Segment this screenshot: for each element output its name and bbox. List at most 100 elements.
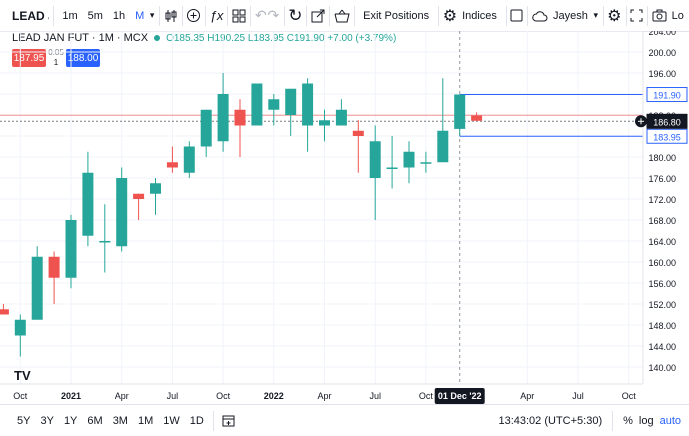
interval-1m[interactable]: 1m — [57, 10, 82, 22]
y-tick-label: 156.00 — [648, 279, 676, 289]
high-price-badge-label: 191.90 — [653, 91, 681, 101]
formula-icon[interactable]: ƒx — [210, 5, 224, 27]
candle-down — [234, 109, 246, 126]
price-chart[interactable]: 140.00 144.00 148.00 152.00 156.00 160.00 164.… — [0, 31, 689, 404]
candle-down — [48, 256, 60, 278]
divider — [52, 5, 54, 26]
indices-button[interactable]: Indices — [457, 10, 502, 22]
candle-up — [302, 83, 314, 126]
candle-up — [251, 83, 263, 126]
candle-up — [319, 120, 330, 126]
redo-icon[interactable]: ↷ — [267, 5, 280, 27]
camera-icon[interactable] — [652, 5, 667, 27]
divider — [159, 5, 160, 26]
divider — [306, 5, 307, 26]
divider — [527, 5, 529, 26]
divider — [602, 5, 604, 26]
price-lines — [0, 31, 643, 384]
log-toggle[interactable]: log — [639, 415, 654, 427]
range-1d[interactable]: 1D — [185, 415, 209, 427]
candle-up — [335, 109, 347, 126]
candle-up — [200, 109, 212, 147]
low-price-badge-label: 183.95 — [653, 132, 681, 142]
current-price-badge-label: 186.80 — [653, 117, 681, 127]
y-tick-label: 140.00 — [648, 363, 676, 373]
interval-1h[interactable]: 1h — [108, 10, 130, 22]
x-tick-label: Jul — [572, 391, 584, 401]
y-tick-label: 144.00 — [648, 342, 676, 352]
range-3m[interactable]: 3M — [108, 415, 133, 427]
add-indicator-icon[interactable] — [186, 5, 201, 27]
candle-up — [65, 220, 77, 278]
range-6m[interactable]: 6M — [82, 415, 107, 427]
candle-down — [166, 162, 178, 168]
y-tick-label: 180.00 — [648, 153, 676, 163]
symbol-search[interactable]: LEAD JAN FL — [0, 9, 49, 23]
time-axis[interactable]: Oct 2021 Apr Jul Oct 2022 Apr Jul Oct 01 Dec '22 A… — [0, 383, 643, 404]
fullscreen-icon[interactable] — [630, 5, 643, 27]
price-axis[interactable]: 140.00 144.00 148.00 152.00 156.00 160.00 164.… — [642, 31, 676, 384]
divider — [205, 5, 206, 26]
candle-up — [454, 94, 466, 129]
x-tick-label: 2022 — [264, 391, 284, 401]
settings-icon[interactable]: ⚙ — [443, 5, 457, 27]
chevron-down-icon[interactable]: ▾ — [593, 5, 599, 27]
interval-month[interactable]: M — [130, 10, 149, 22]
candle-up — [285, 88, 297, 115]
clock-time[interactable]: 13:43:02 (UTC+5:30) — [498, 415, 602, 427]
square-icon[interactable] — [510, 5, 523, 27]
range-3y[interactable]: 3Y — [35, 415, 58, 427]
x-tick-label: Oct — [622, 391, 637, 401]
top-toolbar: LEAD JAN FL 1m 5m 1h M ▾ ƒx ↶ ↷ ↻ Exit P… — [0, 0, 689, 32]
divider — [353, 5, 355, 26]
range-1w[interactable]: 1W — [158, 415, 185, 427]
x-tick-label: Apr — [317, 391, 331, 401]
chevron-down-icon[interactable]: ▾ — [149, 5, 155, 27]
x-tick-label: Jul — [369, 391, 381, 401]
layout-grid-icon[interactable] — [232, 5, 246, 27]
candle-up — [150, 183, 161, 194]
basket-icon[interactable] — [334, 5, 350, 27]
bottom-right-controls: 13:43:02 (UTC+5:30) % log auto — [498, 410, 689, 431]
y-tick-label: 164.00 — [648, 237, 676, 247]
undo-icon[interactable]: ↶ — [255, 5, 268, 27]
candle-up — [14, 319, 26, 336]
candles-icon[interactable] — [164, 5, 178, 27]
exit-positions-button[interactable]: Exit Positions — [358, 10, 434, 22]
candle-up — [420, 162, 432, 164]
x-tick-label: Oct — [216, 391, 231, 401]
y-tick-label: 148.00 — [648, 321, 676, 331]
log-scale-button[interactable]: Lo — [667, 10, 689, 22]
divider — [625, 5, 627, 26]
divider — [212, 410, 214, 431]
candle-up — [82, 172, 94, 236]
logo-text: TV — [14, 368, 31, 383]
share-icon[interactable] — [311, 5, 325, 27]
goto-date-icon[interactable] — [218, 410, 240, 432]
y-tick-label: 160.00 — [648, 258, 676, 268]
x-tick-label: Apr — [520, 391, 534, 401]
interval-5m[interactable]: 5m — [83, 10, 108, 22]
cloud-icon[interactable] — [532, 5, 548, 27]
divider — [181, 5, 183, 26]
candle-up — [386, 167, 398, 169]
user-menu[interactable]: Jayesh — [548, 10, 593, 22]
y-tick-label: 200.00 — [648, 48, 676, 58]
y-tick-label: 176.00 — [648, 174, 676, 184]
y-tick-label: 168.00 — [648, 216, 676, 226]
divider — [250, 5, 251, 26]
x-tick-label: 2021 — [61, 391, 81, 401]
candle-up — [183, 146, 195, 173]
range-5y[interactable]: 5Y — [12, 415, 35, 427]
range-1m[interactable]: 1M — [133, 415, 158, 427]
refresh-icon[interactable]: ↻ — [288, 5, 302, 27]
auto-toggle[interactable]: auto — [660, 415, 681, 427]
range-1y[interactable]: 1Y — [59, 415, 82, 427]
divider — [505, 5, 507, 26]
percent-toggle[interactable]: % — [623, 415, 633, 427]
candle-up — [437, 130, 449, 163]
settings-icon[interactable]: ⚙ — [607, 5, 621, 27]
x-tick-label: Oct — [13, 391, 28, 401]
candle-down — [471, 115, 483, 121]
y-tick-label: 204.00 — [648, 31, 676, 37]
